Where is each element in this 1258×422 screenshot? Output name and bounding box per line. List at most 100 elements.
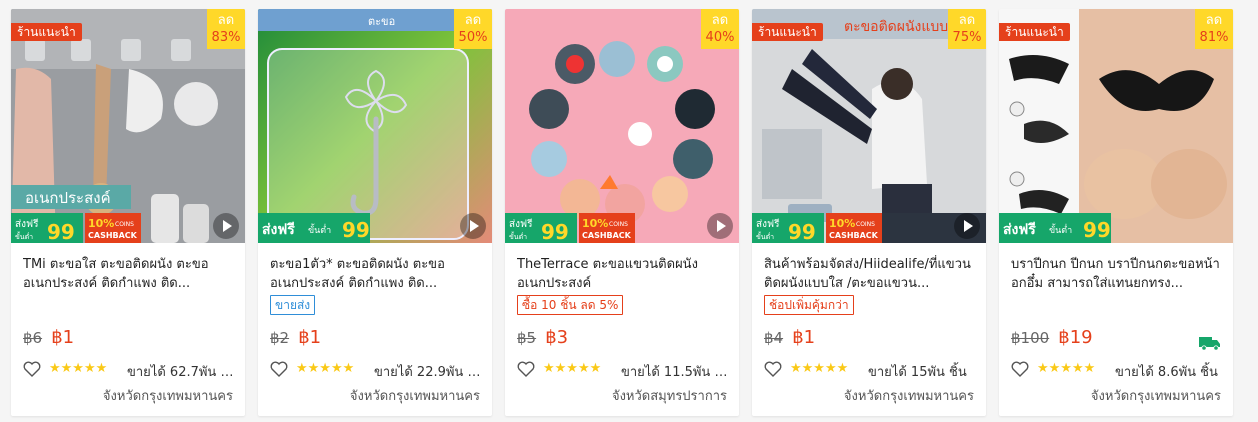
product-title[interactable]: ตะขอ1ตัว* ตะขอติดผนัง ตะขออเนกประสงค์ ติ… [270,255,480,293]
product-card[interactable]: ตะขอติดผนังแบบ ร้านแนะนำ ลด 75% ส่งฟรี ข… [752,9,986,416]
discount-percent: 83% [211,30,241,45]
rating-stars: ★★★★★ [790,361,849,376]
rating-row: ★★★★★ ขายได้ 62.7พัน ชิ้น [23,360,237,380]
product-image[interactable]: อเนกประสงค์ ร้านแนะนำ ลด 83% ส่งฟรี ขั้น… [11,9,245,243]
product-image[interactable]: ตะขอติดผนังแบบ ร้านแนะนำ ลด 75% ส่งฟรี ข… [752,9,986,243]
rating-row: ★★★★★ ขายได้ 8.6พัน ชิ้น [1011,360,1225,380]
svg-text:99: 99 [541,220,569,243]
sold-count: ขายได้ 15พัน ชิ้น [868,365,967,380]
recommended-shop-tag: ร้านแนะนำ [11,23,82,41]
discount-percent: 81% [1199,30,1229,45]
rating-row: ★★★★★ ขายได้ 15พัน ชิ้น [764,360,978,380]
svg-text:ส่งฟรี: ส่งฟรี [15,218,39,230]
heart-icon[interactable] [517,361,535,377]
price-row: ฿4 ฿1 [764,327,815,348]
discount-badge: ลด 50% [454,9,492,49]
heart-icon[interactable] [1011,361,1029,377]
product-title[interactable]: TheTerrace ตะขอแขวนติดผนัง อเนกประสงค์ [517,255,727,293]
heart-icon[interactable] [23,361,41,377]
shop-location: จังหวัดกรุงเทพมหานคร [349,389,480,404]
product-image[interactable]: ร้านแนะนำ ลด 81% ส่งฟรี ขั้นต่ำ 99 [999,9,1233,243]
promo-banner: ส่งฟรี ขั้นต่ำ 99 [999,213,1111,243]
rating-stars: ★★★★★ [1037,361,1096,376]
svg-text:ส่งฟรี: ส่งฟรี [756,218,780,230]
image-caption: อเนกประสงค์ [25,189,111,207]
svg-text:CASHBACK: CASHBACK [88,231,138,240]
rating-row: ★★★★★ ขายได้ 11.5พัน ชิ้น [517,360,731,380]
rating-stars: ★★★★★ [296,361,355,376]
svg-text:99: 99 [788,220,816,243]
discount-label: ลด [958,13,976,28]
discount-label: ลด [464,13,482,28]
sold-count: ขายได้ 8.6พัน ชิ้น [1115,365,1218,380]
svg-text:99: 99 [1083,218,1111,242]
sale-price: ฿1 [792,327,816,348]
discount-label: ลด [1205,13,1223,28]
promo-banner: ส่งฟรี ขั้นต่ำ 99 10% COINS CASHBACK [11,213,141,243]
sale-price: ฿3 [545,327,569,348]
svg-text:CASHBACK: CASHBACK [829,231,879,240]
price-row: ฿6 ฿1 [23,327,74,348]
bulk-discount-badge: ซื้อ 10 ชิ้น ลด 5% [517,295,624,315]
sold-count: ขายได้ 22.9พัน ชิ้น [374,365,484,380]
play-icon[interactable] [213,213,239,239]
heart-icon[interactable] [764,361,782,377]
product-card[interactable]: ลด 40% ส่งฟรี ขั้นต่ำ 99 10% COINS CASHB… [505,9,739,416]
discount-badge: ลด 81% [1195,9,1233,49]
recommended-shop-tag: ร้านแนะนำ [999,23,1070,41]
product-card[interactable]: ตะขอ ลด 50% ส่งฟรี ขั้นต่ำ 99 ตะขอ1ตัว* … [258,9,492,416]
product-image[interactable]: ตะขอ ลด 50% ส่งฟรี ขั้นต่ำ 99 [258,9,492,243]
product-card[interactable]: อเนกประสงค์ ร้านแนะนำ ลด 83% ส่งฟรี ขั้น… [11,9,245,416]
play-icon[interactable] [707,213,733,239]
product-title[interactable]: สินค้าพร้อมจัดส่ง/Hiidealife/ที่แขวนติดผ… [764,255,974,293]
product-title[interactable]: TMi ตะขอใส ตะขอติดผนัง ตะขออเนกประสงค์ ต… [23,255,233,293]
shop-location: จังหวัดสมุทรปราการ [611,389,727,404]
play-icon[interactable] [954,213,980,239]
discount-label: ลด [711,13,729,28]
discount-badge: ลด 40% [701,9,739,49]
product-card[interactable]: ร้านแนะนำ ลด 81% ส่งฟรี ขั้นต่ำ 99 บราปี… [999,9,1233,416]
svg-text:COINS: COINS [115,221,134,228]
discount-percent: 40% [705,30,735,45]
price-row: ฿100 ฿19 [1011,327,1093,348]
svg-text:COINS: COINS [856,221,875,228]
original-price: ฿5 [517,329,537,347]
wholesale-badge: ขายส่ง [270,295,316,315]
svg-text:10%: 10% [829,217,855,230]
svg-text:ส่งฟรี: ส่งฟรี [1003,222,1036,238]
sale-price: ฿19 [1058,327,1093,348]
discount-label: ลด [217,13,235,28]
sale-price: ฿1 [51,327,75,348]
price-row: ฿5 ฿3 [517,327,568,348]
rating-stars: ★★★★★ [543,361,602,376]
image-caption: ตะขอติดผนังแบบ [844,19,948,35]
original-price: ฿4 [764,329,784,347]
shop-location: จังหวัดกรุงเทพมหานคร [843,389,974,404]
promo-banner: ส่งฟรี ขั้นต่ำ 99 10% COINS CASHBACK [505,213,635,243]
shop-location: จังหวัดกรุงเทพมหานคร [102,389,233,404]
shop-location: จังหวัดกรุงเทพมหานคร [1090,389,1221,404]
product-grid: อเนกประสงค์ ร้านแนะนำ ลด 83% ส่งฟรี ขั้น… [0,0,1258,422]
svg-text:99: 99 [47,220,75,243]
sold-count: ขายได้ 11.5พัน ชิ้น [621,365,731,380]
svg-text:ส่งฟรี: ส่งฟรี [509,218,533,230]
price-row: ฿2 ฿1 [270,327,321,348]
svg-text:10%: 10% [582,217,608,230]
free-shipping-icon [1199,337,1220,351]
svg-text:CASHBACK: CASHBACK [582,231,632,240]
sold-count: ขายได้ 62.7พัน ชิ้น [127,365,237,380]
original-price: ฿6 [23,329,43,347]
product-title[interactable]: บราปีกนก ปีกนก บราปีกนกตะขอหน้า อกอึ๋ม ส… [1011,255,1221,293]
recommended-shop-tag: ร้านแนะนำ [752,23,823,41]
svg-text:10%: 10% [88,217,114,230]
svg-text:99: 99 [342,218,370,242]
heart-icon[interactable] [270,361,288,377]
svg-text:ส่งฟรี: ส่งฟรี [262,222,295,238]
discount-badge: ลด 83% [207,9,245,49]
product-image[interactable]: ลด 40% ส่งฟรี ขั้นต่ำ 99 10% COINS CASHB… [505,9,739,243]
rating-row: ★★★★★ ขายได้ 22.9พัน ชิ้น [270,360,484,380]
play-icon[interactable] [460,213,486,239]
discount-badge: ลด 75% [948,9,986,49]
discount-percent: 50% [458,30,488,45]
image-caption: ตะขอ [368,15,395,28]
